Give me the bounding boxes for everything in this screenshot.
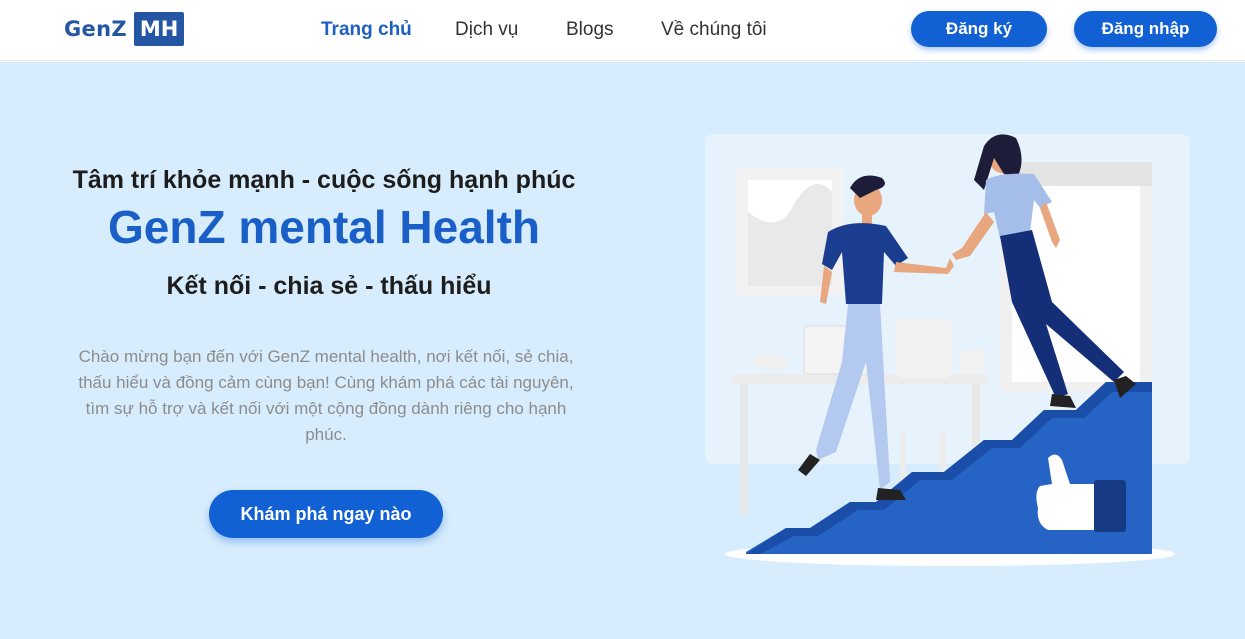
explore-button[interactable]: Khám phá ngay nào xyxy=(209,490,443,538)
site-header: GenZ MH Trang chủ Dịch vụ Blogs Về chúng… xyxy=(0,0,1245,61)
hero-title: GenZ mental Health xyxy=(108,201,540,253)
desk-bowl xyxy=(752,354,788,370)
hero-subtitle: Kết nối - chia sẻ - thấu hiểu xyxy=(166,272,492,300)
nav-item-about[interactable]: Về chúng tôi xyxy=(661,19,767,41)
nav-item-blogs[interactable]: Blogs xyxy=(566,19,614,41)
hero-illustration xyxy=(705,134,1190,566)
desk-leg-left xyxy=(740,384,748,514)
hero-description: Chào mừng bạn đến với GenZ mental health… xyxy=(78,347,574,444)
man-neck xyxy=(862,212,872,224)
register-button[interactable]: Đăng ký xyxy=(911,11,1047,47)
hero-tagline: Tâm trí khỏe mạnh - cuộc sống hạnh phúc xyxy=(72,166,576,194)
nav-item-home[interactable]: Trang chủ xyxy=(321,19,412,41)
nav-item-services[interactable]: Dịch vụ xyxy=(455,19,518,41)
chair-back xyxy=(896,318,952,378)
thumbs-up-cuff xyxy=(1094,480,1126,532)
desk-cup xyxy=(960,350,984,374)
main-nav: Trang chủ Dịch vụ Blogs Về chúng tôi xyxy=(0,19,1245,45)
login-button[interactable]: Đăng nhập xyxy=(1074,11,1217,47)
